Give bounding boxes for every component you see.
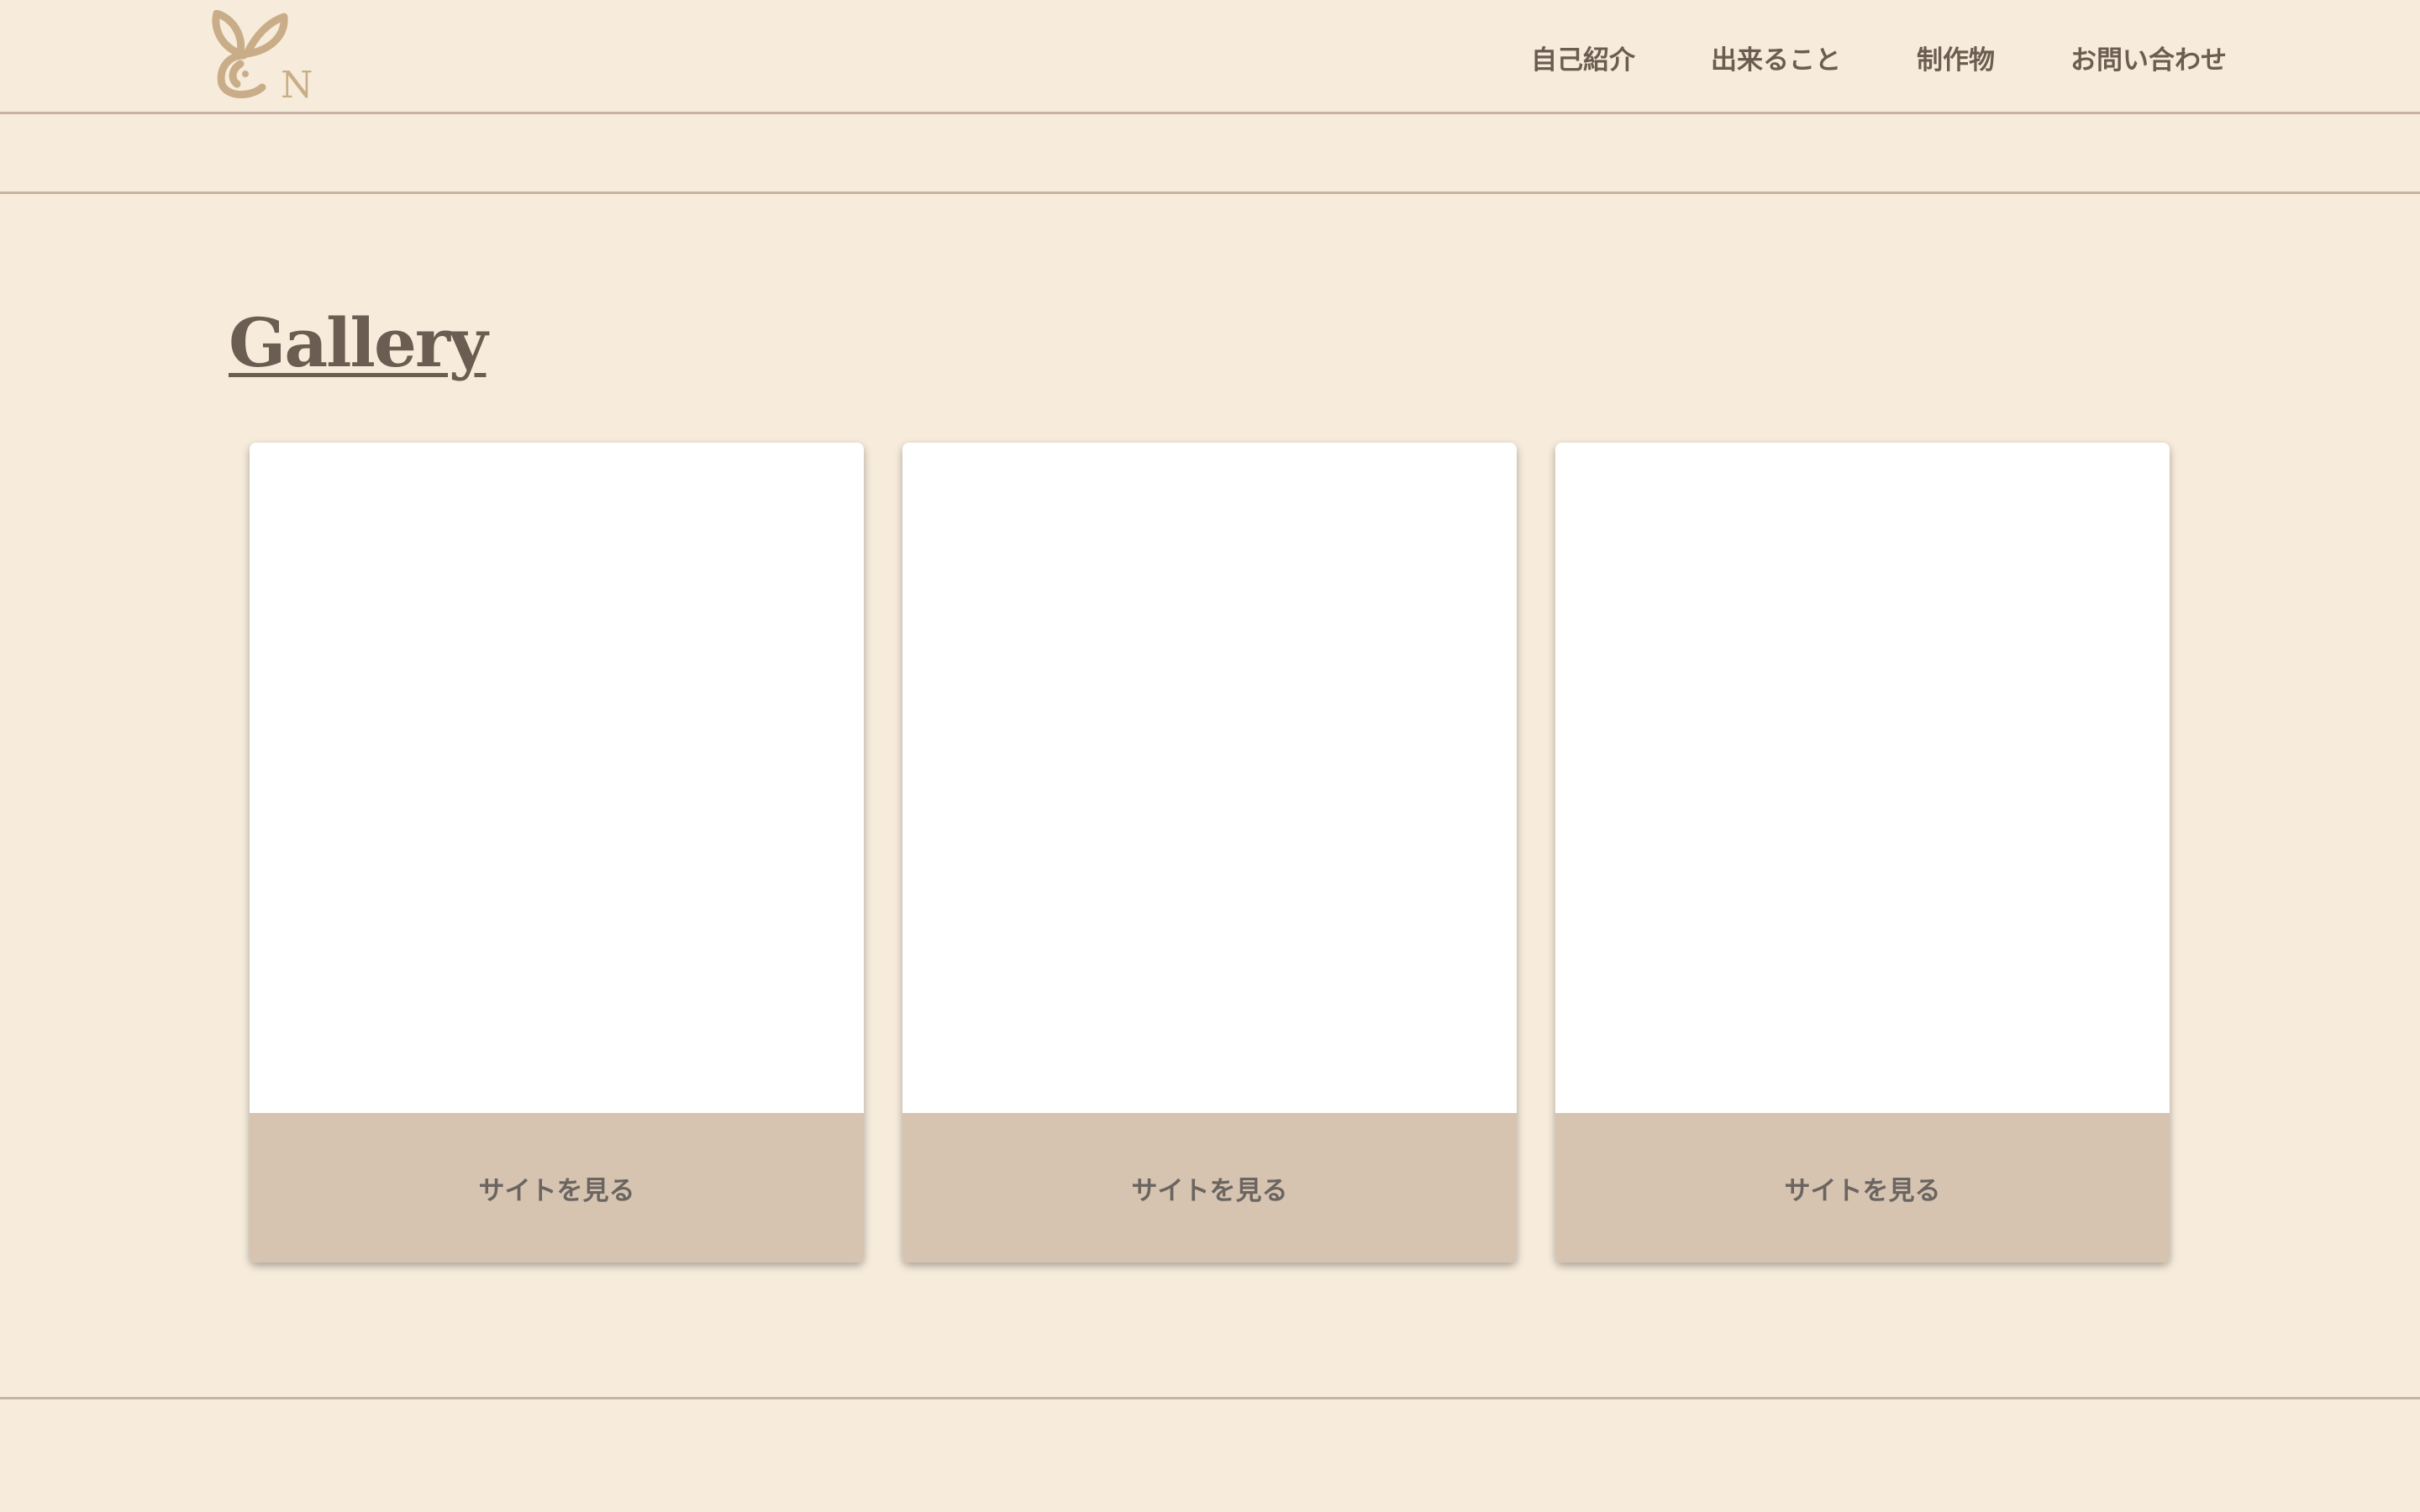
site-header: N 自己紹介 出来ること 制作物 お問い合わせ <box>0 0 2420 114</box>
footer-divider <box>0 1397 2420 1399</box>
gallery-title: Gallery <box>229 303 487 382</box>
view-site-button[interactable]: サイトを見る <box>250 1113 864 1263</box>
view-site-button[interactable]: サイトを見る <box>902 1113 1517 1263</box>
gallery-card: サイトを見る <box>1555 443 2170 1263</box>
gallery-card: サイトを見る <box>250 443 864 1263</box>
card-image <box>250 443 864 1113</box>
card-image <box>902 443 1517 1113</box>
view-site-button[interactable]: サイトを見る <box>1555 1113 2170 1263</box>
main-nav: 自己紹介 出来ること 制作物 お問い合わせ <box>1531 0 2227 114</box>
card-image <box>1555 443 2170 1113</box>
sub-header-band <box>0 114 2420 194</box>
site-logo[interactable]: N <box>207 10 316 102</box>
gallery-card: サイトを見る <box>902 443 1517 1263</box>
leaf-logo-icon: N <box>212 10 313 102</box>
nav-item-skills[interactable]: 出来ること <box>1711 39 1841 76</box>
nav-item-contact[interactable]: お問い合わせ <box>2070 39 2227 76</box>
nav-item-works[interactable]: 制作物 <box>1917 39 1995 76</box>
gallery-cards: サイトを見る サイトを見る サイトを見る <box>250 443 2170 1263</box>
logo-letter: N <box>281 64 313 102</box>
nav-item-about[interactable]: 自己紹介 <box>1531 39 1635 76</box>
